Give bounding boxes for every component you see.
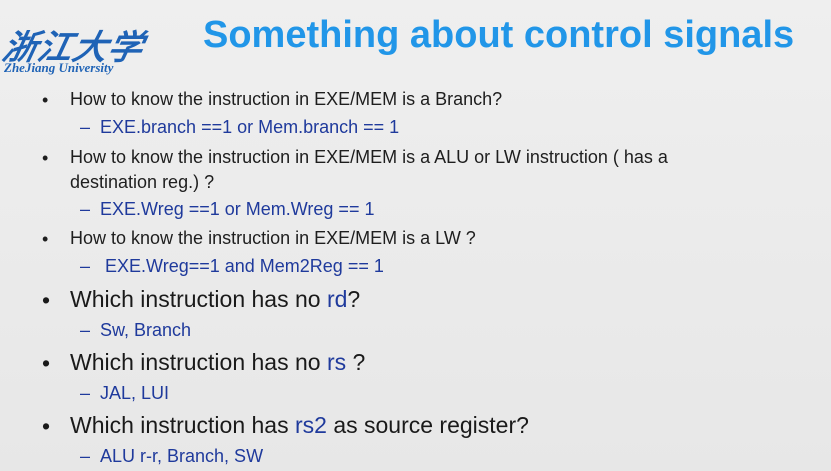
question-4-highlight: rd bbox=[326, 286, 348, 312]
question-4: Which instruction has no rd? bbox=[70, 286, 360, 313]
question-5: Which instruction has no rs ? bbox=[70, 349, 365, 376]
bullet-2: • bbox=[42, 148, 49, 168]
answer-6-text: ALU r-r, Branch, SW bbox=[100, 446, 264, 466]
answer-6: – ALU r-r, Branch, SW bbox=[80, 446, 263, 467]
answer-dash: – bbox=[80, 256, 91, 276]
question-4-text: Which instruction has no bbox=[70, 286, 327, 312]
answer-4-text: Sw, Branch bbox=[100, 320, 192, 340]
zju-logo: 浙江大学 ZheJiang University bbox=[0, 20, 179, 80]
answer-dash: – bbox=[80, 383, 91, 403]
logo-english-text: ZheJiang University bbox=[4, 60, 114, 75]
answer-5: – JAL, LUI bbox=[80, 383, 169, 404]
question-5-text: Which instruction has no bbox=[70, 349, 327, 375]
answer-dash: – bbox=[80, 320, 91, 340]
question-4-end: ? bbox=[347, 286, 361, 312]
bullet-4: • bbox=[42, 287, 51, 313]
question-6-end: as source register? bbox=[326, 412, 529, 438]
question-6: Which instruction has rs2 as source regi… bbox=[70, 412, 529, 439]
answer-3-text: EXE.Wreg==1 and Mem2Reg == 1 bbox=[100, 256, 384, 276]
answer-2: – EXE.Wreg ==1 or Mem.Wreg == 1 bbox=[80, 199, 374, 220]
answer-4: – Sw, Branch bbox=[80, 320, 191, 341]
answer-2-text: EXE.Wreg ==1 or Mem.Wreg == 1 bbox=[100, 199, 375, 219]
question-6-text: Which instruction has bbox=[70, 412, 295, 438]
question-2-line1: How to know the instruction in EXE/MEM i… bbox=[70, 147, 668, 167]
answer-dash: – bbox=[80, 117, 91, 137]
answer-dash: – bbox=[80, 446, 91, 466]
bullet-3: • bbox=[42, 229, 49, 249]
question-1: How to know the instruction in EXE/MEM i… bbox=[70, 89, 503, 109]
question-6-highlight: rs2 bbox=[294, 412, 327, 438]
answer-3: – EXE.Wreg==1 and Mem2Reg == 1 bbox=[80, 256, 384, 277]
question-5-highlight: rs bbox=[326, 349, 347, 375]
answer-1-text: EXE.branch ==1 or Mem.branch == 1 bbox=[100, 117, 400, 137]
slide-title: Something about control signals bbox=[203, 14, 795, 56]
answer-dash: – bbox=[80, 199, 91, 219]
bullet-1: • bbox=[42, 90, 49, 110]
question-2-line2: destination reg.) ? bbox=[70, 172, 215, 192]
question-3: How to know the instruction in EXE/MEM i… bbox=[70, 228, 476, 248]
answer-1: – EXE.branch ==1 or Mem.branch == 1 bbox=[80, 117, 399, 138]
question-5-end: ? bbox=[346, 349, 366, 375]
bullet-5: • bbox=[42, 350, 51, 376]
slide: 浙江大学 ZheJiang University Something about… bbox=[0, 0, 831, 471]
answer-5-text: JAL, LUI bbox=[100, 383, 170, 403]
bullet-6: • bbox=[42, 413, 51, 439]
